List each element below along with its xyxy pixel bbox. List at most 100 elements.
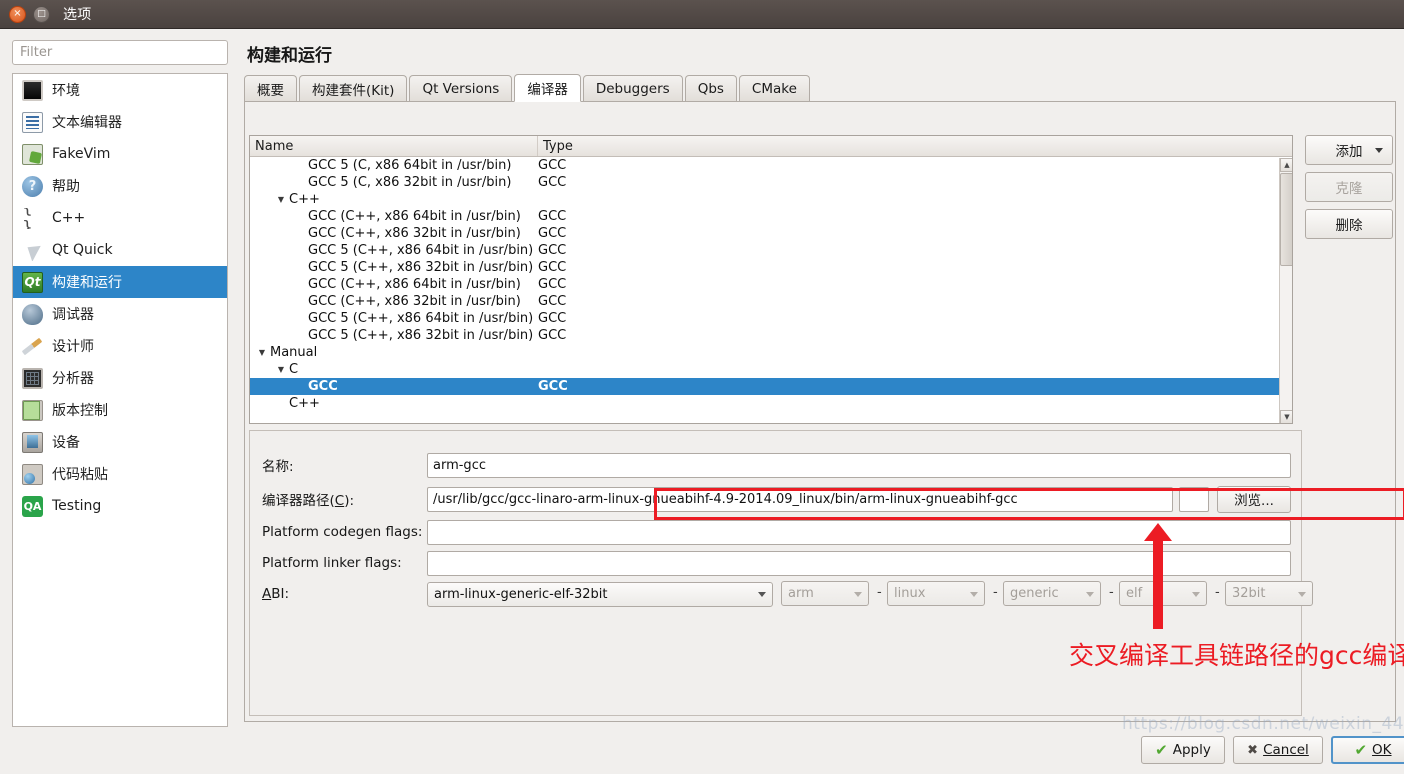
- compiler-path-label: 编译器路径(C):: [262, 493, 355, 509]
- sidebar-item-0[interactable]: 环境: [13, 74, 227, 106]
- sidebar-item-1[interactable]: 文本编辑器: [13, 106, 227, 138]
- column-header-name[interactable]: Name: [250, 136, 538, 156]
- tree-row-name-text: C++: [289, 396, 320, 411]
- tree-row-name-text: C++: [289, 192, 320, 207]
- sidebar-item-8[interactable]: 设计师: [13, 330, 227, 362]
- form-row-compiler-path: 编译器路径(C): /usr/lib/gcc/gcc-linaro-arm-li…: [250, 485, 1303, 513]
- tab-1[interactable]: 构建套件(Kit): [299, 75, 408, 101]
- tab-2[interactable]: Qt Versions: [409, 75, 513, 101]
- sidebar-item-6[interactable]: Qt 构建和运行: [13, 266, 227, 298]
- check-icon: ✔: [1155, 741, 1168, 759]
- abi-combo[interactable]: arm-linux-generic-elf-32bit: [427, 581, 773, 607]
- scroll-up-icon[interactable]: ▲: [1280, 158, 1292, 172]
- table-row[interactable]: GCC (C++, x86 32bit in /usr/bin) GCC: [250, 225, 1292, 242]
- tab-0[interactable]: 概要: [244, 75, 297, 101]
- tab-4[interactable]: Debuggers: [582, 75, 683, 101]
- tree-row-name-text: GCC 5 (C++, x86 32bit in /usr/bin): [308, 328, 534, 343]
- sidebar-item-label: C++: [52, 210, 86, 226]
- twisty-expanded-icon[interactable]: ▼: [256, 348, 268, 357]
- sidebar-item-13[interactable]: QA Testing: [13, 490, 227, 522]
- scroll-down-icon[interactable]: ▼: [1280, 410, 1292, 423]
- tree-scrollbar[interactable]: ▲ ▼: [1279, 158, 1292, 423]
- fakevim-icon: [22, 143, 43, 165]
- sidebar-item-label: 设计师: [52, 339, 94, 355]
- tree-row-name-text: GCC 5 (C++, x86 64bit in /usr/bin): [308, 243, 534, 258]
- table-row[interactable]: GCC (C++, x86 64bit in /usr/bin) GCC: [250, 276, 1292, 293]
- add-button[interactable]: 添加: [1305, 135, 1393, 165]
- twisty-expanded-icon[interactable]: ▼: [275, 365, 287, 374]
- tab-6[interactable]: CMake: [738, 75, 810, 101]
- close-icon[interactable]: ×: [9, 5, 26, 23]
- sidebar-item-label: 环境: [52, 83, 80, 99]
- name-input[interactable]: arm-gcc: [427, 452, 1291, 478]
- bug-icon: [22, 303, 43, 325]
- sidebar-item-9[interactable]: 分析器: [13, 362, 227, 394]
- sidebar-item-2[interactable]: FakeVim: [13, 138, 227, 170]
- sidebar-item-10[interactable]: 版本控制: [13, 394, 227, 426]
- category-list[interactable]: 环境文本编辑器 FakeVim? 帮助 { } C++ Qt Quick Qt 构建和运行 调试…: [12, 73, 228, 727]
- cancel-label: Cancel: [1263, 742, 1309, 758]
- abi-separator: -: [1109, 585, 1114, 600]
- tree-row-name: ▼ C: [250, 362, 538, 377]
- column-header-type[interactable]: Type: [538, 136, 1292, 156]
- tree-row-type: GCC: [538, 328, 567, 343]
- table-row[interactable]: GCC 5 (C++, x86 64bit in /usr/bin) GCC: [250, 310, 1292, 327]
- tree-row-type: GCC: [538, 158, 567, 173]
- table-row[interactable]: ▼ Manual: [250, 344, 1292, 361]
- filter-input[interactable]: [12, 40, 228, 65]
- tree-row-type: GCC: [538, 294, 567, 309]
- tree-row-name: GCC 5 (C++, x86 64bit in /usr/bin): [250, 311, 538, 326]
- sidebar-item-label: 构建和运行: [52, 275, 122, 291]
- table-row[interactable]: GCC 5 (C++, x86 64bit in /usr/bin) GCC: [250, 242, 1292, 259]
- table-row[interactable]: GCC 5 (C++, x86 32bit in /usr/bin) GCC: [250, 327, 1292, 344]
- sidebar-item-label: Testing: [52, 498, 102, 514]
- abi-label: ABI:: [262, 586, 290, 602]
- window-titlebar: × □ 选项: [0, 0, 1404, 29]
- table-row[interactable]: GCC (C++, x86 32bit in /usr/bin) GCC: [250, 293, 1292, 310]
- tab-bar: 概要 构建套件(Kit) Qt Versions 编译器 Debuggers Qbs CMa…: [244, 74, 1396, 102]
- ok-button[interactable]: ✔ OK: [1331, 736, 1404, 764]
- remove-button[interactable]: 删除: [1305, 209, 1393, 239]
- chevron-down-icon: [970, 591, 978, 597]
- table-row[interactable]: GCC 5 (C, x86 32bit in /usr/bin) GCC: [250, 174, 1292, 191]
- sidebar-item-7[interactable]: 调试器: [13, 298, 227, 330]
- tree-row-name-text: GCC: [308, 379, 338, 394]
- sidebar-item-12[interactable]: 代码粘贴: [13, 458, 227, 490]
- compiler-tree[interactable]: Name Type GCC 5 (C, x86 64bit in /usr/bi…: [249, 135, 1293, 424]
- tab-3[interactable]: 编译器: [514, 74, 581, 102]
- maximize-icon[interactable]: □: [33, 5, 50, 23]
- sidebar-item-label: 文本编辑器: [52, 115, 122, 131]
- tree-action-buttons: 添加 克隆 删除: [1305, 135, 1393, 246]
- side-button-label: 删除: [1335, 218, 1363, 234]
- tree-row-name-text: Manual: [270, 345, 318, 360]
- sidebar-item-label: 版本控制: [52, 403, 108, 419]
- table-row[interactable]: GCC 5 (C++, x86 32bit in /usr/bin) GCC: [250, 259, 1292, 276]
- abi-part-value: linux: [894, 586, 926, 601]
- tab-5[interactable]: Qbs: [684, 75, 737, 101]
- sidebar-item-4[interactable]: { } C++: [13, 202, 227, 234]
- table-row[interactable]: GCC (C++, x86 64bit in /usr/bin) GCC: [250, 208, 1292, 225]
- side-button-label: 克隆: [1335, 181, 1363, 197]
- sidebar-item-3[interactable]: ? 帮助: [13, 170, 227, 202]
- apply-button[interactable]: ✔ Apply: [1141, 736, 1225, 764]
- scrollbar-thumb[interactable]: [1280, 173, 1292, 266]
- compiler-path-extra-input[interactable]: [1179, 486, 1209, 512]
- twisty-expanded-icon[interactable]: ▼: [275, 195, 287, 204]
- table-row[interactable]: C++: [250, 395, 1292, 412]
- tree-row-name: GCC 5 (C++, x86 64bit in /usr/bin): [250, 243, 538, 258]
- annotation-arrow-shaft: [1153, 532, 1163, 629]
- sidebar-item-11[interactable]: 设备: [13, 426, 227, 458]
- table-row[interactable]: GCC 5 (C, x86 64bit in /usr/bin) GCC: [250, 157, 1292, 174]
- cancel-button[interactable]: ✖ Cancel: [1233, 736, 1323, 764]
- sidebar-item-5[interactable]: Qt Quick: [13, 234, 227, 266]
- device-phone-icon: [22, 431, 43, 453]
- browse-button[interactable]: 浏览...: [1217, 485, 1291, 513]
- compiler-path-input[interactable]: /usr/lib/gcc/gcc-linaro-arm-linux-gnueab…: [427, 486, 1173, 512]
- tree-header: Name Type: [250, 136, 1292, 157]
- chevron-down-icon[interactable]: [1375, 148, 1383, 153]
- page-title: 构建和运行: [247, 46, 332, 66]
- table-row[interactable]: GCC GCC: [250, 378, 1292, 395]
- code-paste-icon: [22, 463, 43, 485]
- table-row[interactable]: ▼ C: [250, 361, 1292, 378]
- table-row[interactable]: ▼ C++: [250, 191, 1292, 208]
